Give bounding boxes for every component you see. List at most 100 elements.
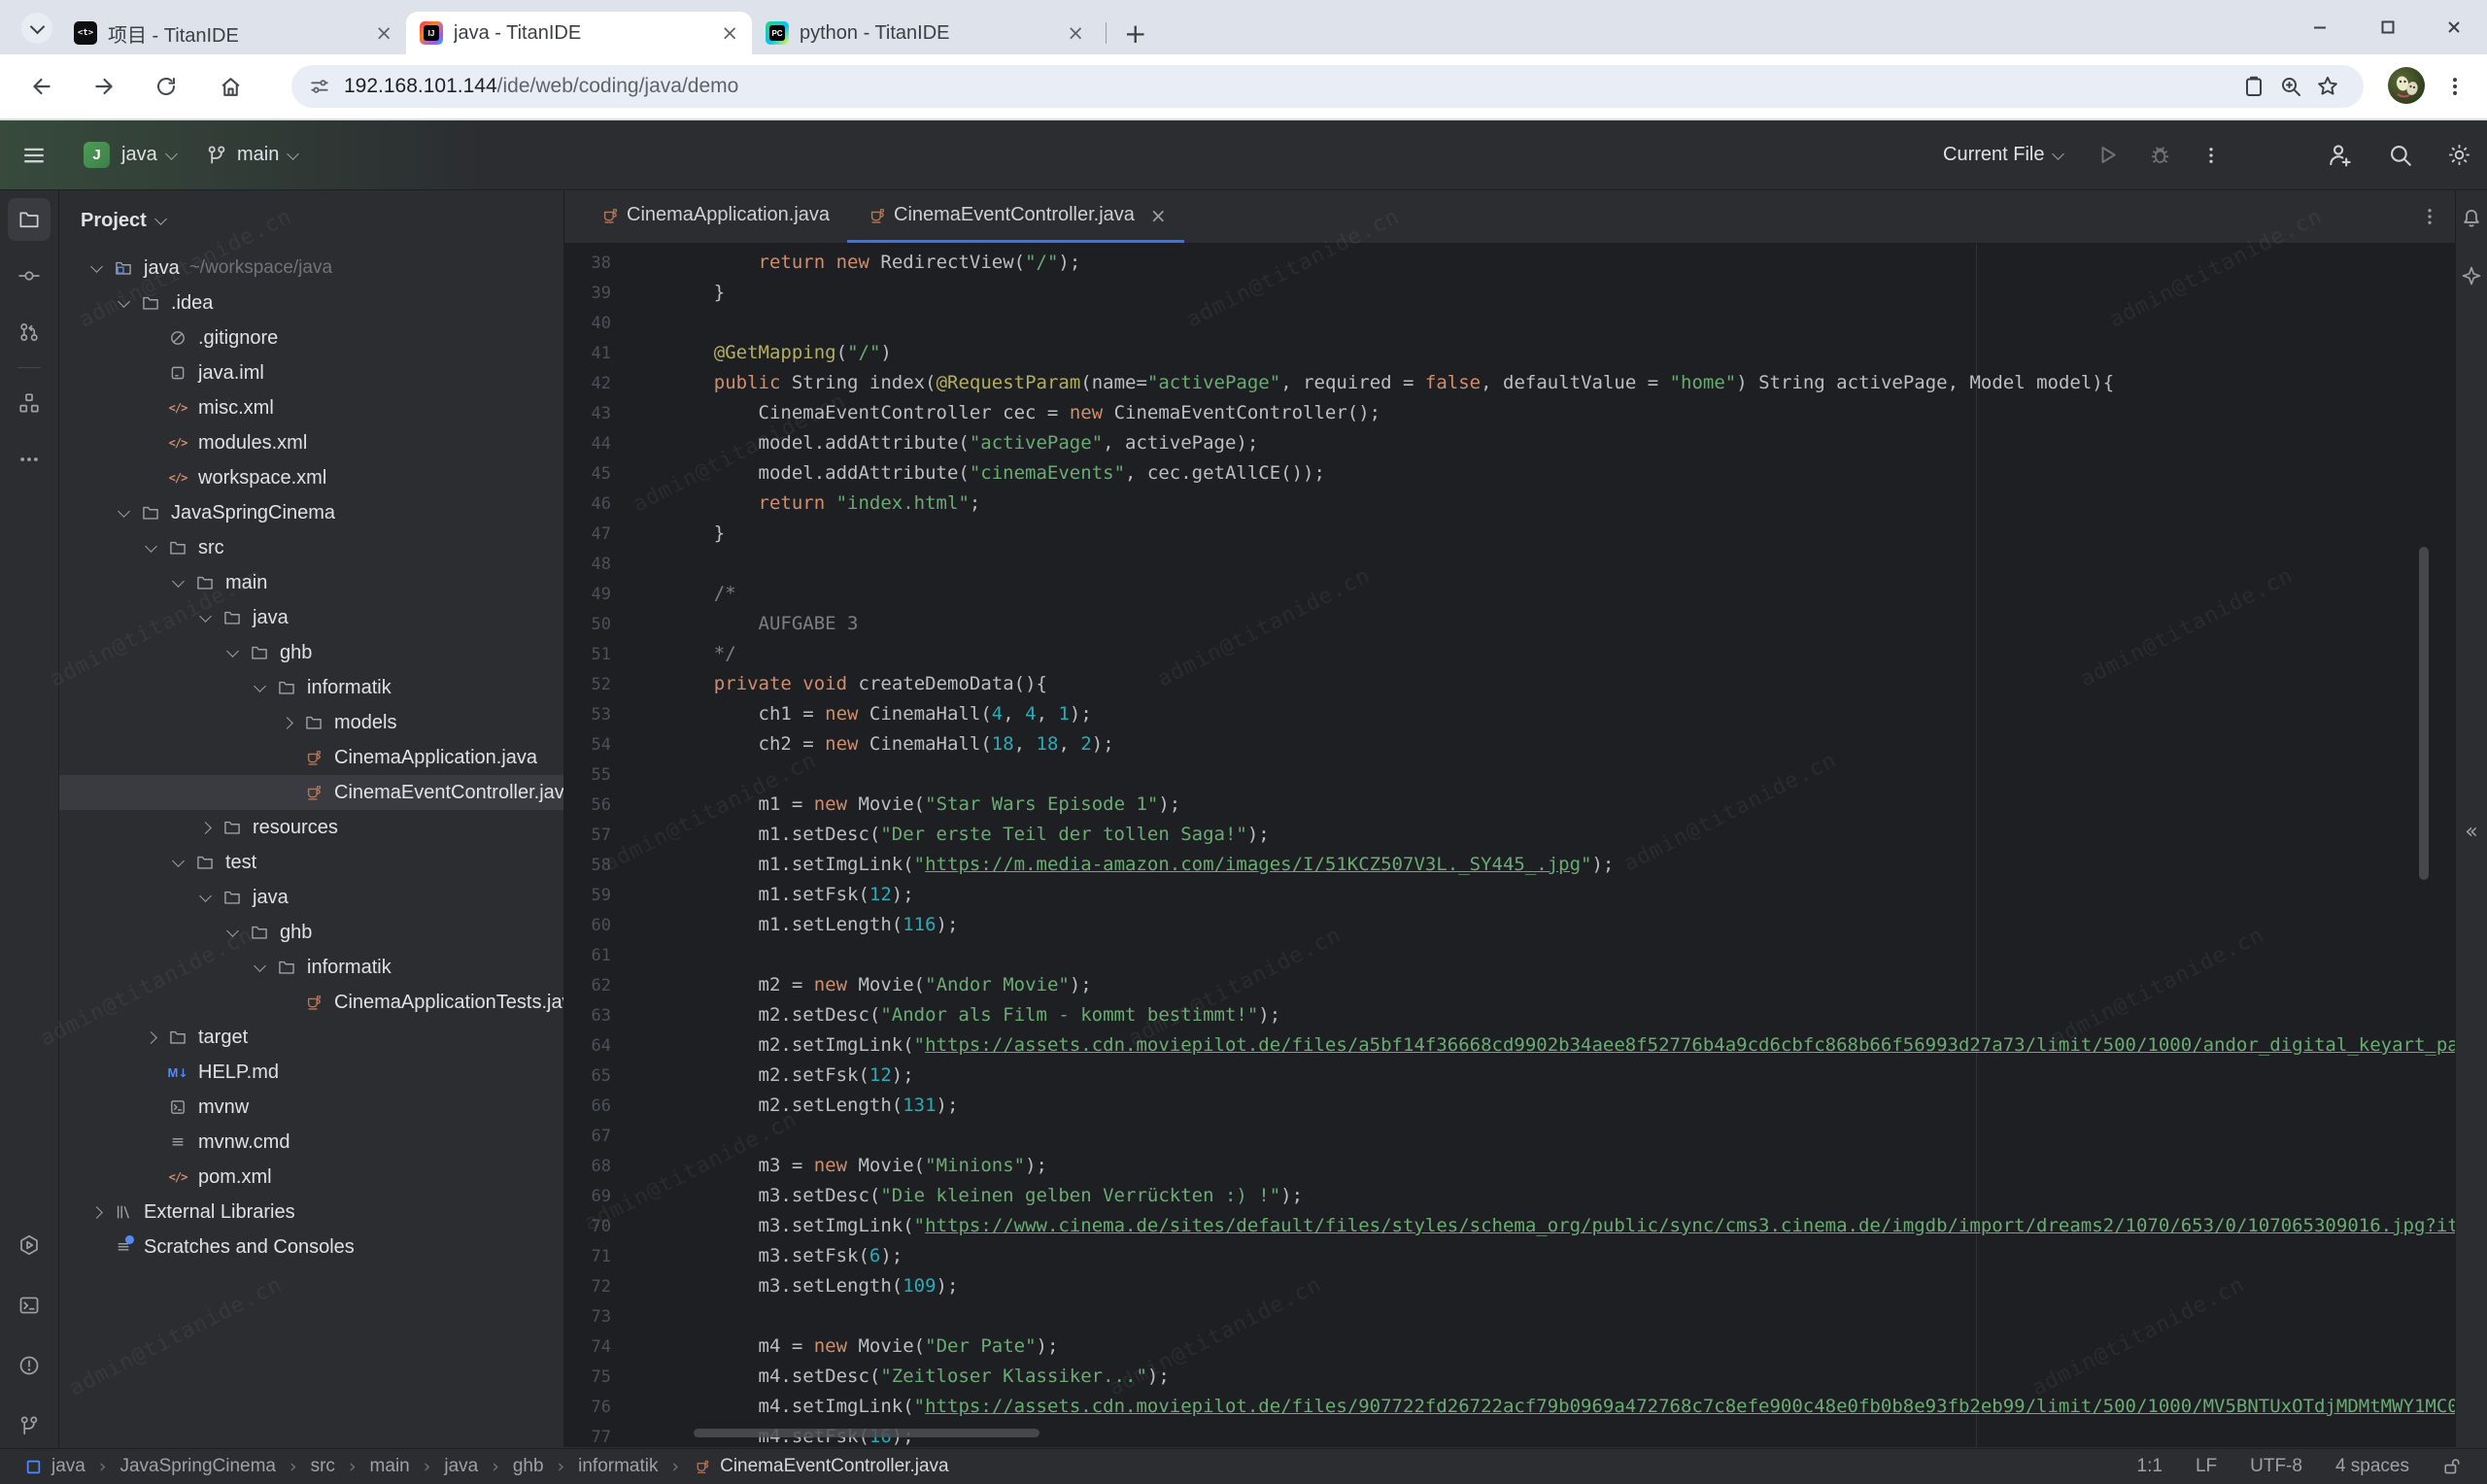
close-tab-icon[interactable]: ×	[1150, 204, 1167, 227]
editor-tab-options-button[interactable]	[2420, 190, 2455, 243]
commit-tool-button[interactable]	[8, 254, 51, 297]
tree-chevron-down-icon[interactable]	[138, 546, 163, 551]
line-number[interactable]: 59	[564, 880, 611, 910]
line-number[interactable]: 70	[564, 1211, 611, 1241]
browser-tab-java-titanide[interactable]: IJjava - TitanIDE×	[406, 12, 752, 54]
code-line-66[interactable]: 66 m2.setLength(131);	[564, 1091, 2455, 1121]
url-text[interactable]: 192.168.101.144/ide/web/coding/java/demo	[344, 75, 738, 98]
tree-item-cinemaeventcontroller-java[interactable]: CinemaEventController.java	[59, 775, 563, 810]
tree-item-cinemaapplicationtests-java[interactable]: CinemaApplicationTests.java	[59, 985, 563, 1020]
code-line-41[interactable]: 41 @GetMapping("/")	[564, 338, 2455, 368]
code-line-76[interactable]: 76 m4.setImgLink("https://assets.cdn.mov…	[564, 1392, 2455, 1422]
tree-item-java-iml[interactable]: java.iml	[59, 355, 563, 390]
project-panel-header[interactable]: Project	[59, 190, 563, 251]
code-line-55[interactable]: 55	[564, 759, 2455, 790]
lock-button[interactable]	[2442, 1457, 2462, 1476]
line-number[interactable]: 75	[564, 1362, 611, 1392]
more-actions-button[interactable]	[2201, 120, 2221, 189]
code-line-47[interactable]: 47 }	[564, 519, 2455, 549]
line-number[interactable]: 44	[564, 428, 611, 458]
hide-stripe-button[interactable]: «	[2456, 814, 2487, 849]
tree-chevron-right-icon[interactable]	[138, 1033, 163, 1042]
code-line-46[interactable]: 46 return "index.html";	[564, 489, 2455, 519]
zoom-button[interactable]	[2272, 68, 2309, 105]
line-number[interactable]: 54	[564, 729, 611, 759]
code-line-50[interactable]: 50 AUFGABE 3	[564, 609, 2455, 639]
debug-button[interactable]	[2149, 120, 2171, 189]
tree-chevron-right-icon[interactable]	[84, 1208, 109, 1217]
line-number[interactable]: 43	[564, 398, 611, 428]
caret-position[interactable]: 1:1	[2137, 1456, 2163, 1477]
line-number[interactable]: 67	[564, 1121, 611, 1151]
code-line-71[interactable]: 71 m3.setFsk(6);	[564, 1241, 2455, 1271]
clipboard-button[interactable]	[2235, 68, 2272, 105]
code-line-69[interactable]: 69 m3.setDesc("Die kleinen gelben Verrüc…	[564, 1181, 2455, 1211]
git-tool-button[interactable]	[8, 1404, 51, 1447]
address-bar[interactable]: 192.168.101.144/ide/web/coding/java/demo	[291, 65, 2364, 108]
line-number[interactable]: 58	[564, 850, 611, 880]
tree-item-java[interactable]: java	[59, 600, 563, 635]
main-menu-button[interactable]	[21, 120, 47, 189]
code-line-73[interactable]: 73	[564, 1301, 2455, 1332]
line-number[interactable]: 46	[564, 489, 611, 519]
forward-button[interactable]	[85, 68, 122, 105]
tree-item-target[interactable]: target	[59, 1020, 563, 1055]
code-line-53[interactable]: 53 ch1 = new CinemaHall(4, 4, 1);	[564, 699, 2455, 729]
run-config-selector[interactable]: Current File	[1943, 120, 2062, 189]
line-number[interactable]: 52	[564, 669, 611, 699]
breadcrumb-informatik[interactable]: informatik	[578, 1456, 658, 1477]
search-everywhere-button[interactable]	[2388, 120, 2413, 189]
code-line-62[interactable]: 62 m2 = new Movie("Andor Movie");	[564, 970, 2455, 1000]
line-number[interactable]: 57	[564, 820, 611, 850]
line-number[interactable]: 60	[564, 910, 611, 940]
minimize-button[interactable]	[2300, 8, 2339, 47]
code-line-63[interactable]: 63 m2.setDesc("Andor als Film - kommt be…	[564, 1000, 2455, 1030]
tree-item-test[interactable]: test	[59, 845, 563, 880]
tree-item-idea[interactable]: .idea	[59, 286, 563, 320]
project-folder-tool-button[interactable]	[8, 198, 51, 241]
breadcrumb-cinemaeventcontroller-java[interactable]: CinemaEventController.java	[693, 1456, 949, 1477]
code-line-68[interactable]: 68 m3 = new Movie("Minions");	[564, 1151, 2455, 1181]
code-line-61[interactable]: 61	[564, 940, 2455, 970]
tree-chevron-down-icon[interactable]	[111, 511, 136, 516]
tab-search-button[interactable]	[21, 13, 52, 44]
problems-tool-button[interactable]	[8, 1344, 51, 1387]
breadcrumb-ghb[interactable]: ghb	[513, 1456, 544, 1477]
code-line-44[interactable]: 44 model.addAttribute("activePage", acti…	[564, 428, 2455, 458]
line-number[interactable]: 68	[564, 1151, 611, 1181]
tree-item-mvnw[interactable]: mvnw	[59, 1090, 563, 1125]
tree-chevron-down-icon[interactable]	[220, 651, 245, 656]
code-line-70[interactable]: 70 m3.setImgLink("https://www.cinema.de/…	[564, 1211, 2455, 1241]
line-number[interactable]: 38	[564, 248, 611, 278]
line-number[interactable]: 71	[564, 1241, 611, 1271]
tree-chevron-down-icon[interactable]	[192, 895, 218, 900]
site-info-icon[interactable]	[309, 76, 330, 97]
tree-item-java[interactable]: java~/workspace/java	[59, 251, 563, 286]
terminal-tool-button[interactable]	[8, 1284, 51, 1327]
browser-tab-python-titanide[interactable]: PCpython - TitanIDE×	[752, 12, 1098, 54]
tree-item-models[interactable]: models	[59, 705, 563, 740]
line-number[interactable]: 47	[564, 519, 611, 549]
code-editor[interactable]: 38 return new RedirectView("/");39 }4041…	[564, 244, 2455, 1447]
tree-chevron-right-icon[interactable]	[274, 719, 299, 727]
horizontal-scrollbar[interactable]	[694, 1429, 1039, 1437]
line-number[interactable]: 39	[564, 278, 611, 308]
code-line-40[interactable]: 40	[564, 308, 2455, 338]
home-button[interactable]	[212, 68, 249, 105]
line-number[interactable]: 45	[564, 458, 611, 489]
tree-item-scratches-and-consoles[interactable]: ≡Scratches and Consoles	[59, 1230, 563, 1265]
tree-chevron-down-icon[interactable]	[220, 930, 245, 935]
breadcrumb-javaspringcinema[interactable]: JavaSpringCinema	[119, 1456, 276, 1477]
encoding[interactable]: UTF-8	[2250, 1456, 2302, 1477]
line-number[interactable]: 63	[564, 1000, 611, 1030]
new-tab-button[interactable]: +	[1114, 17, 1156, 50]
tree-item-workspace-xml[interactable]: </>workspace.xml	[59, 460, 563, 495]
editor-tab-cinemaapplication-java[interactable]: CinemaApplication.java	[580, 190, 847, 243]
pull-request-tool-button[interactable]	[8, 311, 51, 354]
code-line-38[interactable]: 38 return new RedirectView("/");	[564, 248, 2455, 278]
line-number[interactable]: 41	[564, 338, 611, 368]
bookmark-button[interactable]	[2309, 68, 2346, 105]
line-number[interactable]: 50	[564, 609, 611, 639]
line-number[interactable]: 62	[564, 970, 611, 1000]
line-number[interactable]: 51	[564, 639, 611, 669]
